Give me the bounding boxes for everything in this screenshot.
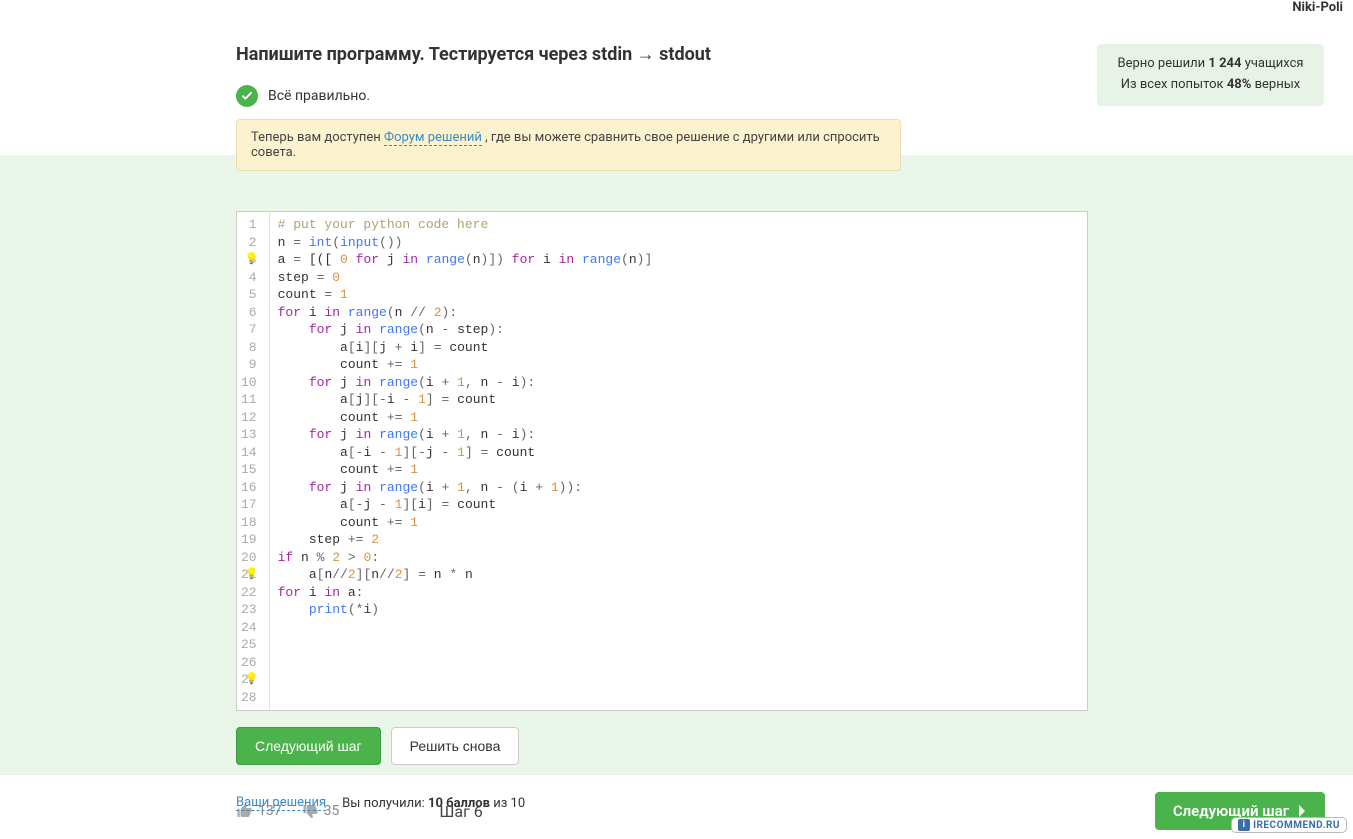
line-number: 19 xyxy=(241,531,257,549)
code-line[interactable]: a[n//2][n//2] = n * n xyxy=(278,566,653,584)
code-line[interactable]: a[i][j + i] = count xyxy=(278,339,653,357)
solve-again-button[interactable]: Решить снова xyxy=(391,727,520,765)
line-number: 22 xyxy=(241,584,257,602)
code-line[interactable]: n = int(input()) xyxy=(278,234,653,252)
line-number: 8 xyxy=(241,339,257,357)
user-label: Niki-Poli xyxy=(1292,0,1343,15)
line-number: 28 xyxy=(241,689,257,707)
line-number: 9 xyxy=(241,356,257,374)
code-line[interactable] xyxy=(278,671,653,689)
code-line[interactable]: count += 1 xyxy=(278,356,653,374)
code-line[interactable]: a = [([ 0 for j in range(n)]) for i in r… xyxy=(278,251,653,269)
correct-status: Всё правильно. xyxy=(268,88,370,104)
your-solutions-link[interactable]: Ваши решения xyxy=(236,795,326,811)
code-line[interactable]: for i in range(n // 2): xyxy=(278,304,653,322)
code-line[interactable]: for j in range(i + 1, n - i): xyxy=(278,426,653,444)
line-number: 2 xyxy=(241,234,257,252)
code-line[interactable]: print(*i) xyxy=(278,601,653,619)
line-number: 26 xyxy=(241,654,257,672)
lightbulb-icon[interactable]: 💡 xyxy=(245,567,259,585)
code-line[interactable]: step += 2 xyxy=(278,531,653,549)
lightbulb-icon[interactable]: 💡 xyxy=(245,672,259,690)
code-line[interactable]: a[-i - 1][-j - 1] = count xyxy=(278,444,653,462)
code-line[interactable]: # put your python code here xyxy=(278,216,653,234)
code-line[interactable]: for j in range(n - step): xyxy=(278,321,653,339)
stats-box: Верно решили 1 244 учащихся Из всех попы… xyxy=(1097,44,1324,106)
line-number: 3💡 xyxy=(241,251,257,269)
line-number: 25 xyxy=(241,636,257,654)
code-line[interactable]: for j in range(i + 1, n - (i + 1)): xyxy=(278,479,653,497)
line-number: 16 xyxy=(241,479,257,497)
line-number: 15 xyxy=(241,461,257,479)
code-line[interactable] xyxy=(278,654,653,672)
code-editor[interactable]: 123💡456789101112131415161718192021💡22232… xyxy=(236,211,1088,711)
line-number: 6 xyxy=(241,304,257,322)
code-line[interactable]: count += 1 xyxy=(278,514,653,532)
line-number: 23 xyxy=(241,601,257,619)
line-number: 11 xyxy=(241,391,257,409)
line-number: 24 xyxy=(241,619,257,637)
code-line[interactable] xyxy=(278,689,653,707)
code-line[interactable] xyxy=(278,636,653,654)
code-line[interactable]: count = 1 xyxy=(278,286,653,304)
line-number: 20 xyxy=(241,549,257,567)
task-title: Напишите программу. Тестируется через st… xyxy=(236,44,1097,65)
code-line[interactable]: step = 0 xyxy=(278,269,653,287)
next-step-button[interactable]: Следующий шаг xyxy=(236,727,381,765)
watermark: iIRECOMMEND.RU xyxy=(1231,817,1347,833)
line-gutter: 123💡456789101112131415161718192021💡22232… xyxy=(237,212,270,710)
line-number: 27💡 xyxy=(241,671,257,689)
line-number: 10 xyxy=(241,374,257,392)
line-number: 17 xyxy=(241,496,257,514)
line-number: 12 xyxy=(241,409,257,427)
forum-banner: Теперь вам доступен Форум решений , где … xyxy=(236,119,901,171)
code-line[interactable]: a[-j - 1][i] = count xyxy=(278,496,653,514)
line-number: 1 xyxy=(241,216,257,234)
score-text: Вы получили: 10 баллов из 10 xyxy=(342,796,525,811)
code-line[interactable]: count += 1 xyxy=(278,461,653,479)
code-area[interactable]: # put your python code heren = int(input… xyxy=(270,212,661,710)
line-number: 7 xyxy=(241,321,257,339)
code-line[interactable]: count += 1 xyxy=(278,409,653,427)
code-line[interactable]: if n % 2 > 0: xyxy=(278,549,653,567)
line-number: 13 xyxy=(241,426,257,444)
checkmark-icon xyxy=(236,85,258,107)
lightbulb-icon[interactable]: 💡 xyxy=(245,252,259,270)
code-line[interactable]: for i in a: xyxy=(278,584,653,602)
forum-link[interactable]: Форум решений xyxy=(384,130,482,146)
footer-bar: 137 35 Шаг 6 Следующий шаг xyxy=(0,783,1353,839)
code-line[interactable]: a[j][-i - 1] = count xyxy=(278,391,653,409)
code-line[interactable] xyxy=(278,619,653,637)
line-number: 18 xyxy=(241,514,257,532)
line-number: 4 xyxy=(241,269,257,287)
code-line[interactable]: for j in range(i + 1, n - i): xyxy=(278,374,653,392)
line-number: 14 xyxy=(241,444,257,462)
line-number: 5 xyxy=(241,286,257,304)
line-number: 21💡 xyxy=(241,566,257,584)
